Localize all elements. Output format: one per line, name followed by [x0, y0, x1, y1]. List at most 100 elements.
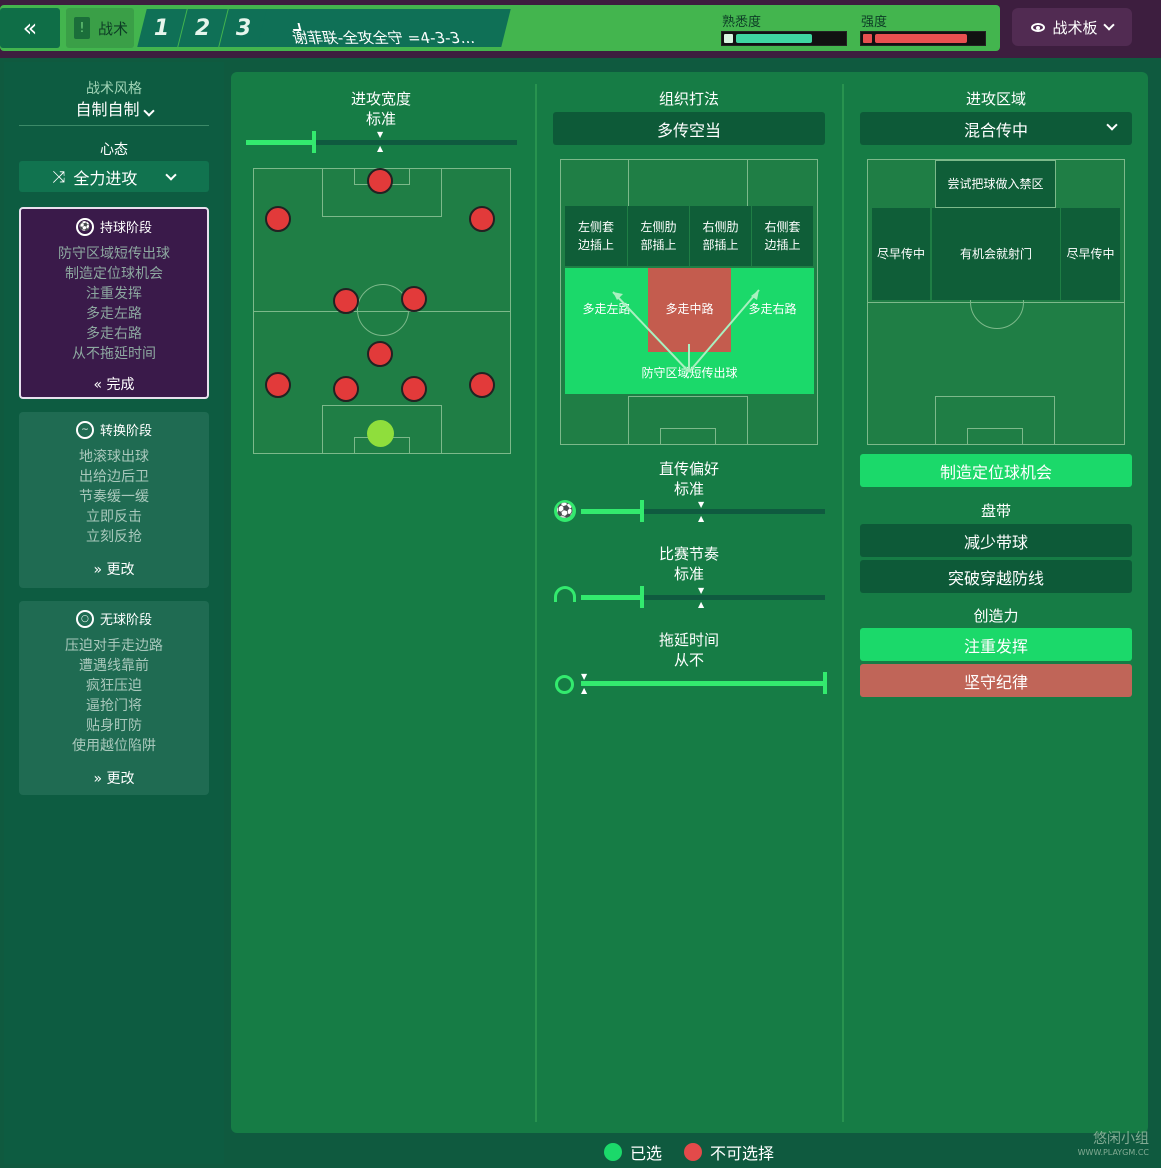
- player-right-midfielder[interactable]: [401, 286, 427, 312]
- column-divider: [535, 84, 537, 1122]
- player-left-midfielder[interactable]: [333, 288, 359, 314]
- possession-phase-card[interactable]: ⚽ 持球阶段 防守区域短传出球 制造定位球机会 注重发挥 多走左路 多走右路 从不拖延时间 …: [19, 207, 209, 399]
- zone-early-cross-left[interactable]: 尽早传中: [872, 208, 930, 300]
- passing-title: 直传偏好: [658, 460, 719, 478]
- style-title: 战术风格: [86, 81, 142, 97]
- default-marker-icon: ▼: [581, 672, 588, 681]
- divider: [19, 125, 209, 126]
- transition-phase-card[interactable]: ~ 转换阶段 地滚球出球 出给边后卫 节奏缓一缓 立即反击 立刻反抢 » 更改: [19, 412, 209, 588]
- timewasting-slider[interactable]: [581, 672, 827, 694]
- buildup-select[interactable]: 多传空当: [553, 112, 825, 145]
- ball-icon: ⚽: [554, 500, 576, 522]
- player-defensive-midfielder[interactable]: [367, 341, 393, 367]
- tactic-slot-label: 1: [154, 15, 170, 41]
- player-left-back[interactable]: [265, 372, 291, 398]
- mentality-select[interactable]: ⤨ 全力进攻: [19, 161, 209, 192]
- outofpossession-instructions: 压迫对手走边路 遭遇线靠前 疯狂压迫 逼抢门将 贴身盯防 使用越位陷阱: [19, 636, 209, 756]
- tempo-slider-fill: [581, 595, 642, 600]
- player-left-winger[interactable]: [265, 206, 291, 232]
- mentality-label: 心态: [100, 142, 128, 158]
- outofpossession-instruction: 使用越位陷阱: [72, 738, 156, 754]
- stopwatch-icon: [555, 675, 574, 694]
- tempo-slider-handle[interactable]: [640, 586, 644, 608]
- phase-title: 无球阶段: [99, 613, 152, 628]
- player-right-winger[interactable]: [469, 206, 495, 232]
- zone-right-overlap[interactable]: 右侧套 边插上: [751, 206, 813, 266]
- back-button[interactable]: «: [0, 8, 60, 48]
- setpiece-button[interactable]: 制造定位球机会: [860, 454, 1132, 487]
- default-marker-icon: ▼: [698, 586, 705, 595]
- zone-left-halfspace[interactable]: 左侧肋 部插上: [627, 206, 689, 266]
- passing-slider-handle[interactable]: [640, 500, 644, 522]
- default-marker-icon: ▼: [698, 500, 705, 509]
- chevron-down-icon: [291, 23, 302, 31]
- transition-instruction: 出给边后卫: [79, 469, 149, 485]
- double-chevron-left-icon: «: [22, 14, 38, 42]
- tactics-menu-button[interactable]: ! 战术: [66, 8, 134, 48]
- possession-instruction: 制造定位球机会: [65, 266, 163, 282]
- transition-instruction: 立刻反抢: [86, 529, 142, 545]
- buildup-title: 组织打法: [658, 90, 719, 108]
- width-slider-handle[interactable]: [312, 131, 316, 153]
- formation-select[interactable]: 谢菲联-全攻全守 =4-3-3...: [257, 9, 511, 47]
- transition-instructions: 地滚球出球 出给边后卫 节奏缓一缓 立即反击 立刻反抢: [19, 447, 209, 547]
- default-marker-icon: ▲: [581, 686, 588, 695]
- intensity-label: 强度: [861, 15, 888, 30]
- default-marker-icon: ▲: [377, 144, 384, 153]
- change-button[interactable]: » 更改: [19, 768, 209, 788]
- outofpossession-instruction: 逼抢门将: [86, 698, 142, 714]
- zone-left-overlap[interactable]: 左侧套 边插上: [565, 206, 627, 266]
- legend: 已选 不可选择: [604, 1140, 774, 1164]
- familiarity-meter[interactable]: [721, 31, 847, 46]
- be-expressive-button[interactable]: 注重发挥: [860, 628, 1132, 661]
- watermark-url: WWW.PLAYGM.CC: [1077, 1148, 1149, 1157]
- ball-icon: ⚽: [75, 217, 94, 236]
- phase-title: 持球阶段: [99, 221, 152, 236]
- tactics-board-button[interactable]: 战术板: [1012, 8, 1132, 46]
- timewasting-title: 拖延时间: [658, 631, 719, 649]
- watermark: 悠闲小组 WWW.PLAYGM.CC: [1078, 1132, 1149, 1160]
- attack-zone-select[interactable]: 混合传中: [860, 112, 1132, 145]
- be-expressive-label: 注重发挥: [963, 636, 1028, 656]
- style-select[interactable]: 自制自制: [4, 96, 224, 120]
- column-divider: [842, 84, 844, 1122]
- player-goalkeeper[interactable]: [367, 420, 394, 447]
- six-yard-box-bottom: [660, 428, 716, 445]
- attack-zone-value: 混合传中: [963, 120, 1028, 140]
- tactics-board-label: 战术板: [1052, 18, 1098, 37]
- be-disciplined-button[interactable]: 坚守纪律: [860, 664, 1132, 697]
- intensity-meter[interactable]: [860, 31, 986, 46]
- player-left-centre-back[interactable]: [333, 376, 359, 402]
- tactics-label: 战术: [98, 19, 129, 38]
- zone-into-box[interactable]: 尝试把球做入禁区: [935, 160, 1056, 208]
- change-button[interactable]: » 更改: [19, 559, 209, 579]
- dribble-less-button[interactable]: 减少带球: [860, 524, 1132, 557]
- zone-right-halfspace[interactable]: 右侧肋 部插上: [689, 206, 751, 266]
- transition-instruction: 节奏缓一缓: [79, 489, 149, 505]
- outofpossession-instruction: 压迫对手走边路: [65, 638, 163, 654]
- tactic-slot-label: 2: [195, 15, 211, 41]
- outofpossession-phase-card[interactable]: ○ 无球阶段 压迫对手走边路 遭遇线靠前 疯狂压迫 逼抢门将 贴身盯防 使用越位陷阱 » 更…: [19, 601, 209, 795]
- zone-shoot-on-sight[interactable]: 有机会就射门: [931, 208, 1061, 300]
- tempo-title: 比赛节奏: [658, 545, 719, 563]
- left-panel: 战术风格 自制自制 心态 ⤨ 全力进攻 ⚽ 持球阶段 防守区域短传出球 制造定位球机…: [4, 62, 224, 1164]
- done-button[interactable]: « 完成: [21, 374, 207, 394]
- possession-instruction: 从不拖延时间: [72, 346, 156, 362]
- penalty-box-top: [628, 160, 748, 208]
- possession-instruction: 多走左路: [86, 306, 142, 322]
- outofpossession-instruction: 遭遇线靠前: [79, 658, 149, 674]
- timewasting-slider-handle[interactable]: [823, 672, 827, 694]
- buildup-value: 多传空当: [656, 120, 721, 140]
- arrow-right: [688, 289, 760, 373]
- formation-name: 谢菲联-全攻全守 =4-3-3...: [290, 29, 477, 47]
- zone-early-cross-right[interactable]: 尽早传中: [1061, 208, 1120, 300]
- default-marker-icon: ▲: [698, 600, 705, 609]
- player-right-back[interactable]: [469, 372, 495, 398]
- player-right-centre-back[interactable]: [401, 376, 427, 402]
- be-disciplined-label: 坚守纪律: [963, 672, 1028, 692]
- run-at-defence-button[interactable]: 突破穿越防线: [860, 560, 1132, 593]
- player-striker[interactable]: [367, 168, 393, 194]
- intensity-fill: [875, 34, 967, 43]
- tactic-slot-label: 3: [236, 15, 252, 41]
- dribbling-title: 盘带: [980, 502, 1011, 520]
